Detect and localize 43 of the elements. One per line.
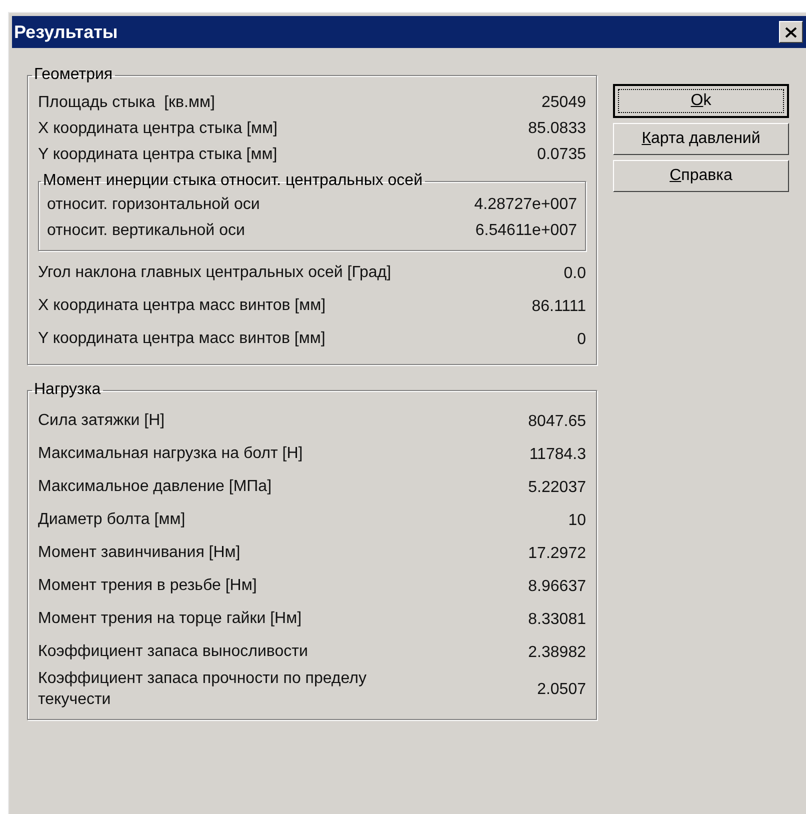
group-title: Момент инерции стыка относит. центральных осей: [42, 172, 424, 190]
field-value: 0: [577, 330, 586, 348]
field-value: 25049: [542, 94, 586, 112]
field-label: X координата центра стыка [мм]: [38, 118, 278, 139]
field-value: 10: [568, 512, 586, 530]
close-icon: [785, 26, 797, 38]
field-label: Диаметр болта [мм]: [38, 510, 186, 530]
field-value: 4.28727e+007: [474, 196, 577, 214]
dialog-button[interactable]: Карта давлений: [613, 123, 789, 155]
field-label: Максимальная нагрузка на болт [Н]: [38, 444, 303, 464]
field-label: Коэффициент запаса выносливости: [38, 642, 308, 662]
field-value: 17.2972: [528, 544, 586, 562]
window-title: Результаты: [14, 22, 118, 42]
dialog-button[interactable]: Ok: [613, 84, 789, 118]
field-label: относит. горизонтальной оси: [47, 194, 260, 215]
field-label: Момент трения на торце гайки [Нм]: [38, 609, 302, 630]
field-label: Момент трения в резьбе [Нм]: [38, 576, 257, 596]
field-label: Момент завинчивания [Нм]: [38, 543, 240, 564]
field-value: 8047.65: [528, 412, 586, 430]
field-value: 11784.3: [529, 446, 586, 464]
field-value: 86.1111: [532, 298, 586, 316]
field-value: 8.33081: [528, 610, 586, 628]
field-label: Площадь стыка [кв.мм]: [38, 92, 215, 113]
group-title: Геометрия: [33, 66, 114, 84]
field-label: X координата центра масс винтов [мм]: [38, 296, 326, 316]
field-value: 0.0: [564, 264, 586, 282]
field-value: 2.0507: [537, 680, 586, 699]
field-value: 85.0833: [528, 120, 586, 138]
field-value: 6.54611e+007: [475, 222, 577, 240]
field-label: Y координата центра масс винтов [мм]: [38, 329, 326, 350]
field-value: 5.22037: [528, 478, 586, 496]
field-label: Угол наклона главных центральных осей [Град]: [38, 263, 392, 284]
dialog-button[interactable]: Справка: [613, 160, 789, 192]
field-value: 0.0735: [537, 146, 586, 164]
group-title: Нагрузка: [33, 381, 102, 399]
field-value: 2.38982: [528, 644, 586, 662]
field-label: Сила затяжки [Н]: [38, 411, 165, 432]
field-label: относит. вертикальной оси: [47, 220, 245, 241]
field-label: Коэффициент запаса прочности по пределу текучести: [38, 669, 368, 710]
field-label: Максимальное давление [МПа]: [38, 477, 272, 498]
field-label: Y координата центра стыка [мм]: [38, 144, 278, 165]
field-value: 8.96637: [528, 578, 586, 596]
close-button[interactable]: [779, 21, 803, 43]
